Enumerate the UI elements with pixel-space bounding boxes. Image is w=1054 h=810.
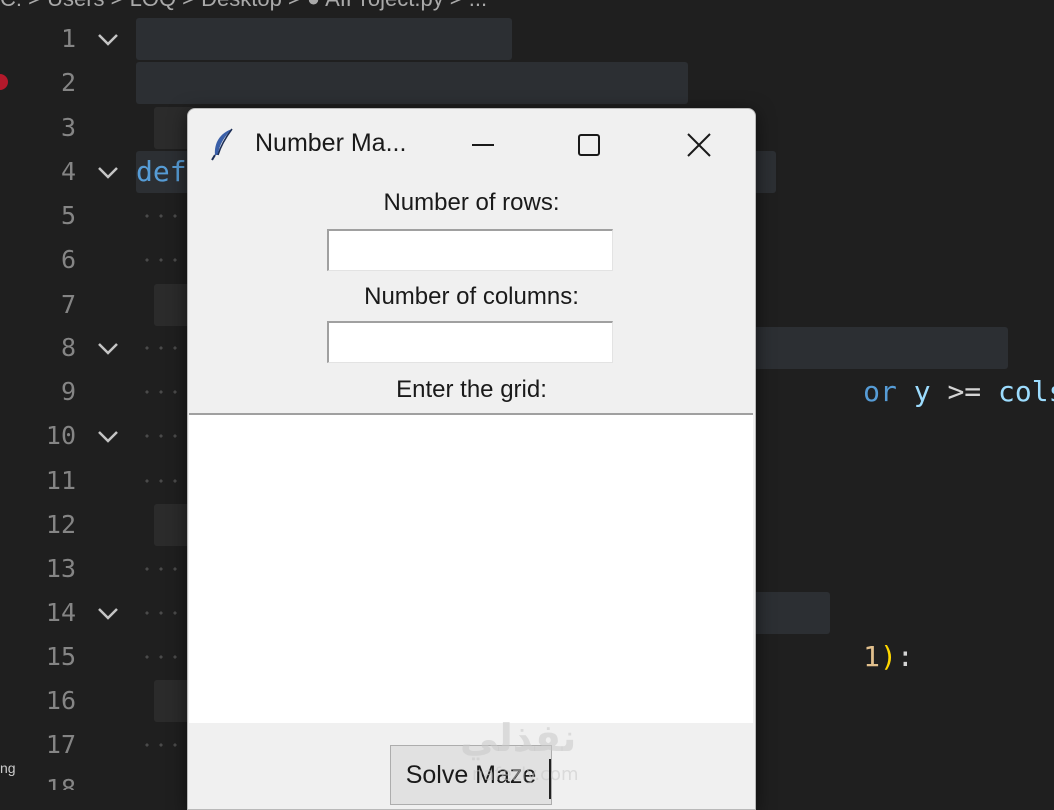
grid-textarea[interactable] (189, 413, 753, 723)
line-number: 10 (45, 421, 76, 450)
chevron-down-icon[interactable] (95, 27, 121, 53)
window-title: Number Ma... (255, 129, 407, 157)
line-number: 11 (45, 466, 76, 495)
grid-label: Enter the grid: (396, 376, 547, 403)
cols-label: Number of columns: (364, 283, 579, 310)
maximize-button[interactable] (564, 123, 614, 167)
line-number: 3 (60, 113, 76, 142)
line-number: 2 (60, 68, 76, 97)
watermark-url: nafezly.com (472, 764, 579, 785)
keyword: def (136, 155, 187, 188)
rows-input[interactable] (327, 229, 613, 271)
line-number: 6 (60, 245, 76, 274)
status-fragment: ng (0, 760, 16, 776)
feather-icon (210, 127, 236, 161)
maximize-icon (578, 134, 600, 156)
line-number: 4 (60, 157, 76, 186)
watermark-logo: نفذلي (460, 716, 577, 760)
line-number: 8 (60, 333, 76, 362)
rows-label: Number of rows: (383, 189, 560, 216)
breadcrumb[interactable]: C: > Users > LOQ > Desktop > ● AIProject… (0, 0, 760, 14)
line-number: 5 (60, 201, 76, 230)
line-number: 7 (60, 290, 76, 319)
line-number: 15 (45, 642, 76, 671)
chevron-down-icon[interactable] (95, 424, 121, 450)
close-button[interactable] (674, 123, 724, 167)
minimize-button[interactable] (458, 123, 508, 167)
chevron-down-icon[interactable] (95, 336, 121, 362)
line-number: 9 (60, 377, 76, 406)
line-number: 1 (60, 24, 76, 53)
line-number: 13 (45, 554, 76, 583)
line-number: 16 (45, 686, 76, 715)
line-number: 12 (45, 510, 76, 539)
tk-window[interactable]: Number Ma... Number of rows: Number of c… (187, 108, 756, 810)
line-number: 14 (45, 598, 76, 627)
cols-input[interactable] (327, 321, 613, 363)
minimize-icon (472, 144, 494, 146)
chevron-down-icon[interactable] (95, 601, 121, 627)
code-line: 1 import tkinter as tk (0, 17, 1054, 99)
close-icon (687, 133, 711, 157)
chevron-down-icon[interactable] (95, 160, 121, 186)
title-bar[interactable]: Number Ma... (188, 109, 755, 179)
code-line: 2 from tkinter import messagebox (0, 61, 1054, 143)
